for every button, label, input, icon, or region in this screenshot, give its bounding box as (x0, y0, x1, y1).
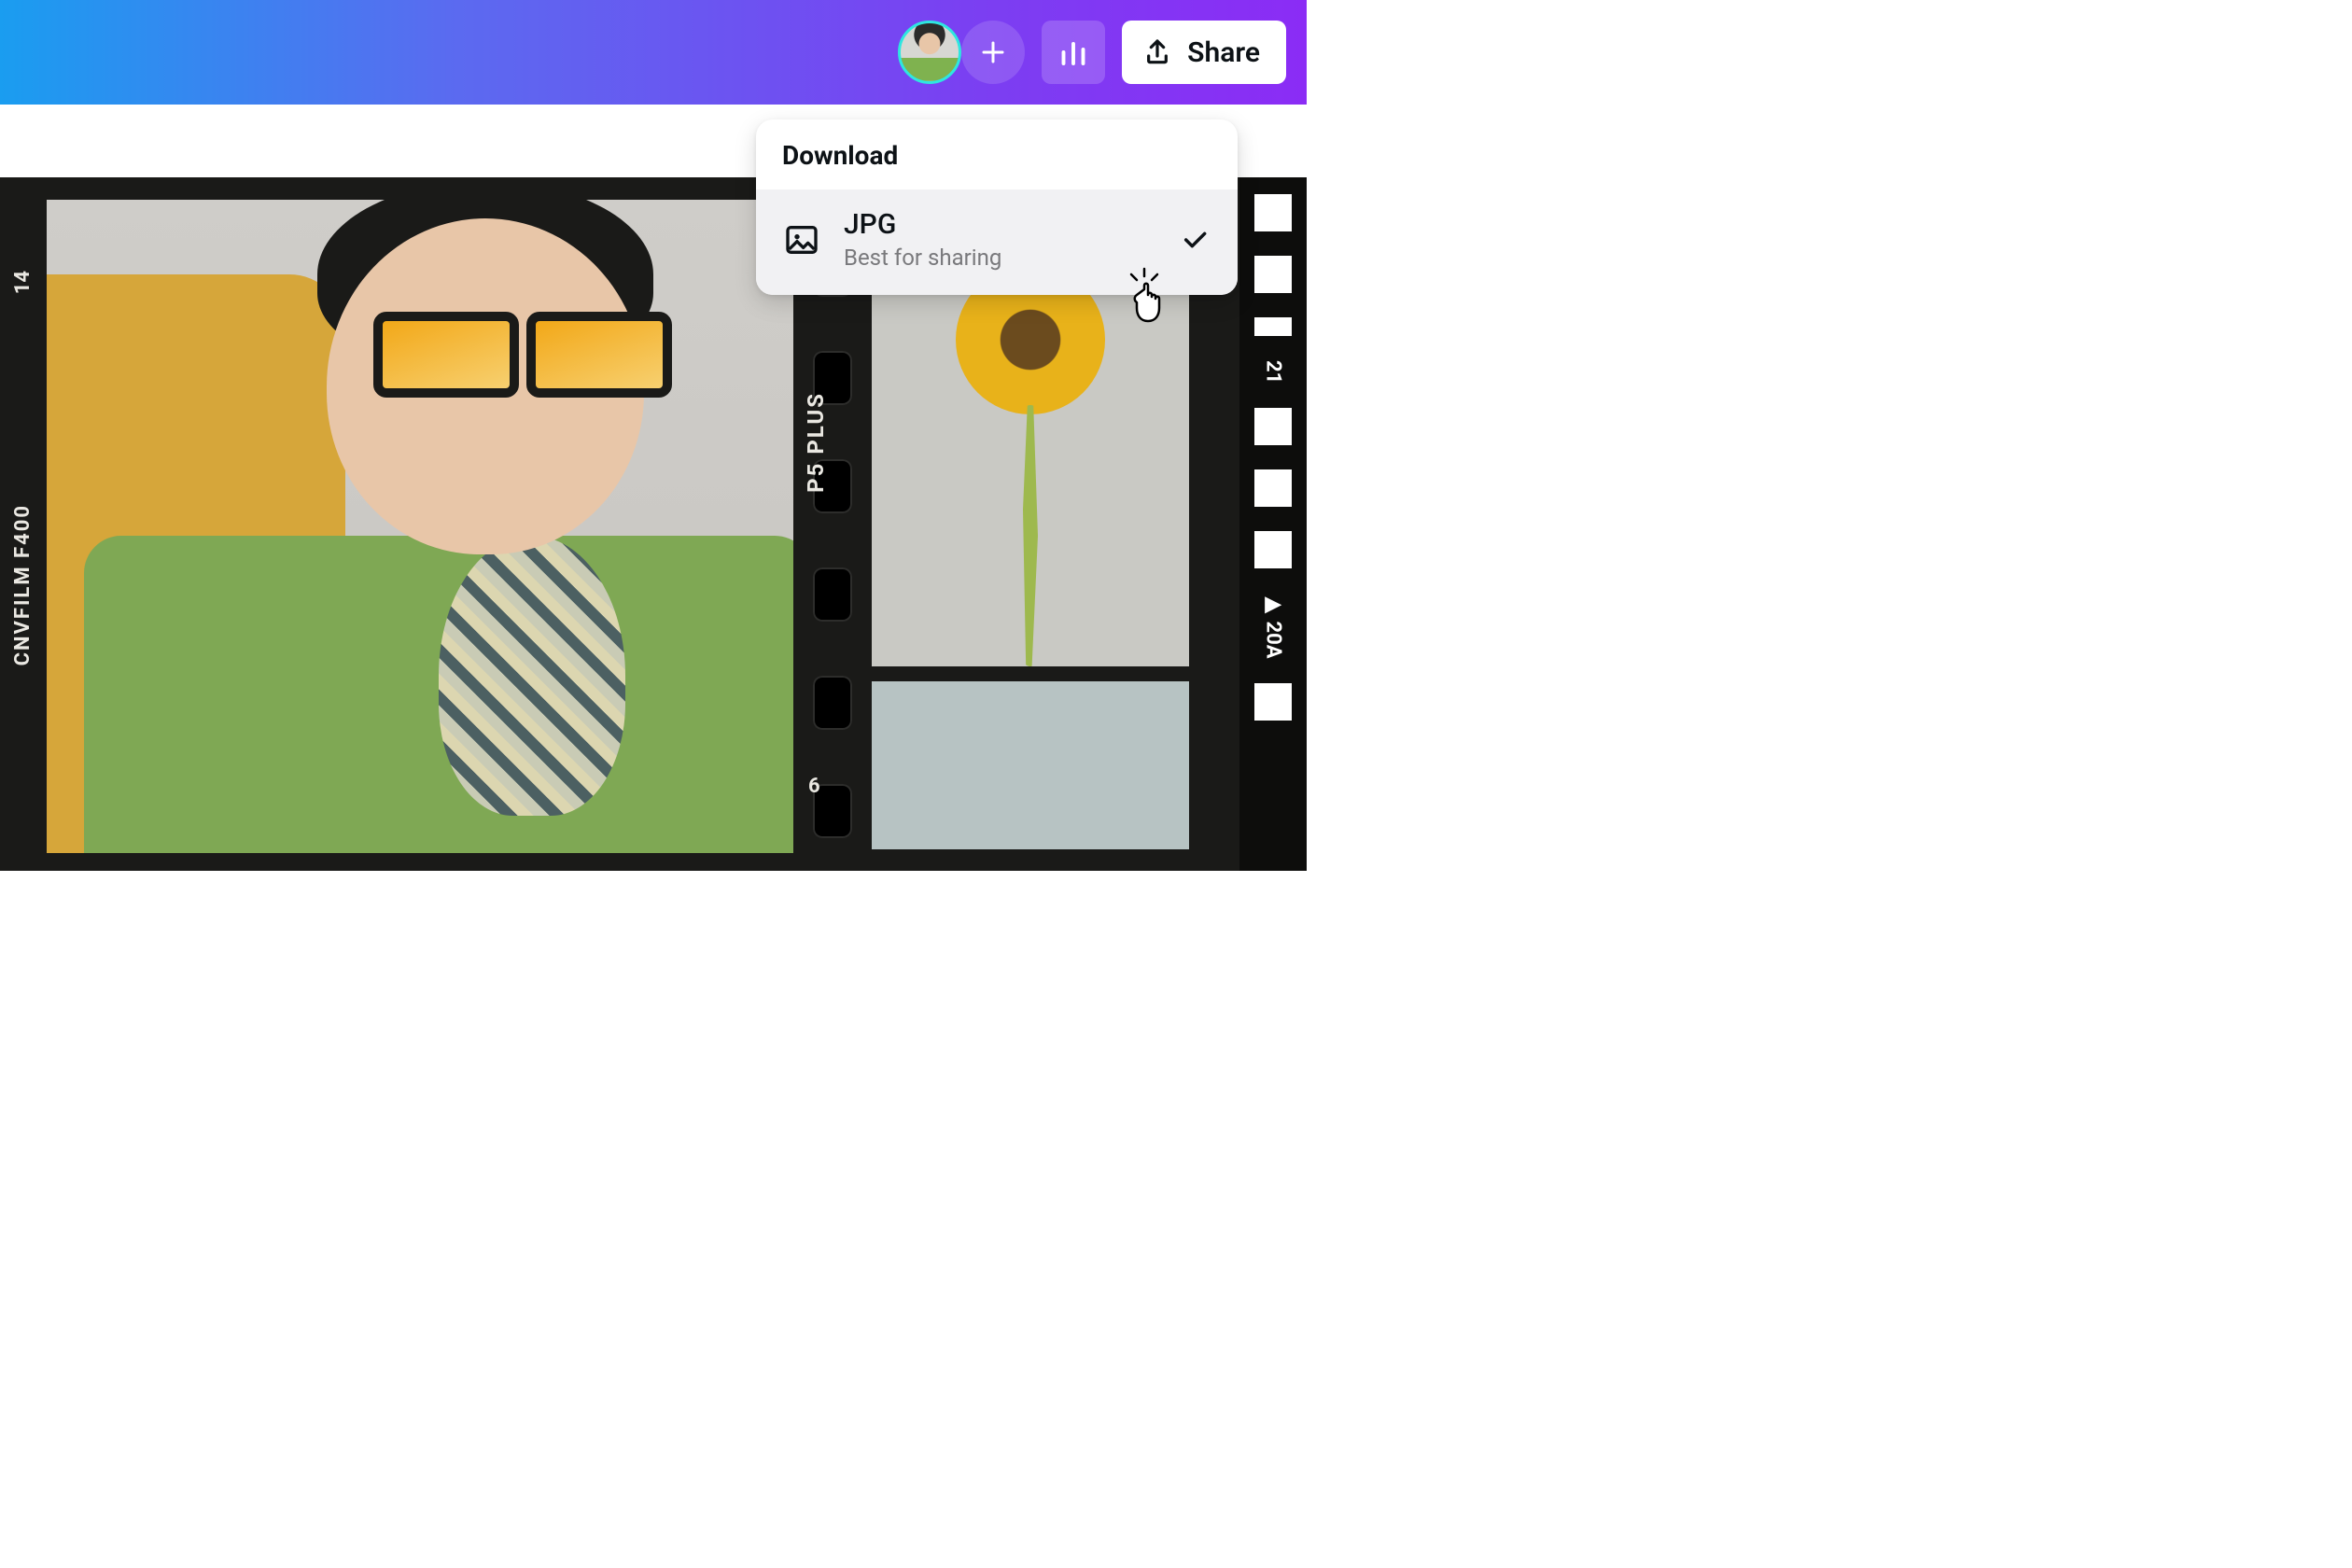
image-icon (782, 220, 821, 259)
check-icon (1178, 223, 1211, 257)
download-popover: Download JPG Best for sharing (756, 119, 1238, 295)
user-avatar[interactable] (898, 21, 961, 84)
download-option-format: JPG (844, 208, 1155, 241)
upload-icon (1142, 37, 1172, 67)
download-option-subtitle: Best for sharing (844, 245, 1155, 271)
film-frame-number-left: 14 (11, 271, 35, 294)
share-button[interactable]: Share (1122, 21, 1286, 84)
film-frame-hand (872, 681, 1189, 849)
film-edge-number-21: 21 (1262, 360, 1285, 384)
download-popover-title: Download (756, 119, 1238, 189)
top-header: Share (0, 0, 1307, 105)
film-brand-label-mid: P5 PLUS (803, 392, 829, 493)
film-frame-number-mid: 6 (808, 775, 820, 798)
plus-icon (979, 38, 1007, 66)
download-option-jpg[interactable]: JPG Best for sharing (756, 189, 1238, 295)
film-brand-label-left: CNVFILM F400 (11, 504, 35, 665)
share-button-label: Share (1187, 36, 1260, 69)
film-edge-markings: 21 ▶ 20A (1239, 177, 1307, 871)
add-button[interactable] (961, 21, 1025, 84)
analytics-button[interactable] (1042, 21, 1105, 84)
bar-chart-icon (1057, 35, 1090, 69)
film-sprockets-vertical (793, 233, 872, 871)
film-edge-number-20a: ▶ 20A (1262, 593, 1285, 659)
film-frame-main (47, 200, 793, 853)
